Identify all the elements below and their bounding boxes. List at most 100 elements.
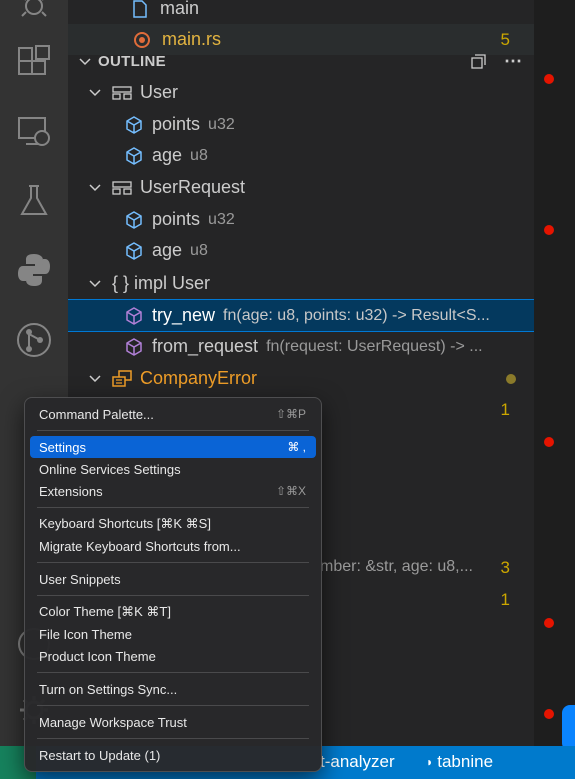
symbol-name: points (152, 209, 201, 229)
symbol-detail: u8 (190, 146, 208, 164)
outline-item[interactable]: from_request fn(request: UserRequest) ->… (68, 331, 534, 362)
tabnine-icon: ◗ (426, 755, 434, 769)
menu-separator (37, 595, 309, 596)
symbol-name: age (152, 240, 183, 260)
chevron-down-icon (89, 374, 101, 382)
menu-item-label: Extensions (39, 483, 103, 499)
method-icon (126, 306, 142, 325)
menu-item-label: User Snippets (39, 571, 121, 587)
tabnine-status[interactable]: ◗ tabnine (426, 752, 493, 772)
error-marker-icon (544, 225, 554, 235)
rust-file-icon (132, 30, 152, 50)
menu-separator (37, 672, 309, 673)
symbol-name: try_new (152, 305, 216, 325)
field-icon (126, 115, 142, 134)
outline-item[interactable]: { } impl User (68, 268, 534, 299)
outline-item[interactable]: CompanyError (68, 363, 534, 394)
menu-item-color-theme[interactable]: Color Theme [⌘K ⌘T] (30, 601, 316, 623)
chevron-down-icon (79, 57, 91, 65)
outline-item[interactable]: age u8 (68, 140, 534, 171)
tabnine-label: tabnine (437, 752, 494, 771)
menu-item-user-snippets[interactable]: User Snippets (30, 568, 316, 590)
remote-explorer-icon[interactable] (14, 112, 54, 152)
menu-item-settings[interactable]: Settings ⌘ , (30, 436, 316, 458)
menu-separator (37, 705, 309, 706)
error-marker-icon (544, 437, 554, 447)
chevron-down-icon (89, 279, 101, 287)
testing-icon[interactable] (14, 181, 54, 221)
symbol-name: { } impl User (112, 273, 211, 293)
file-icon (132, 0, 148, 18)
menu-item-manage-workspace-trust[interactable]: Manage Workspace Trust (30, 711, 316, 733)
outline-item[interactable]: points u32 (68, 204, 534, 235)
struct-icon (112, 180, 132, 195)
notification-toast-edge (562, 705, 575, 751)
manage-context-menu: Command Palette... ⇧⌘P Settings ⌘ , Online… (24, 397, 322, 772)
menu-item-keyboard-shortcuts[interactable]: Keyboard Shortcuts [⌘K ⌘S] (30, 513, 316, 535)
menu-item-online-services-settings[interactable]: Online Services Settings (30, 458, 316, 480)
problem-count-badge: 1 (500, 400, 510, 419)
symbol-name: User (140, 82, 179, 102)
symbol-name: age (152, 145, 183, 165)
field-icon (126, 241, 142, 260)
symbol-detail-partial: mber: &str, age: u8,... (320, 558, 473, 575)
menu-item-label: Manage Workspace Trust (39, 714, 187, 730)
problem-count-badge: 5 (500, 29, 510, 49)
menu-item-product-icon-theme[interactable]: Product Icon Theme (30, 645, 316, 667)
menu-item-label: Migrate Keyboard Shortcuts from... (39, 538, 241, 554)
menu-separator (37, 738, 309, 739)
error-marker-icon (544, 74, 554, 84)
menu-item-file-icon-theme[interactable]: File Icon Theme (30, 623, 316, 645)
menu-item-shortcut: ⇧⌘P (275, 407, 306, 421)
menu-item-label: Online Services Settings (39, 461, 181, 477)
menu-item-settings-sync[interactable]: Turn on Settings Sync... (30, 678, 316, 700)
python-icon[interactable] (14, 250, 54, 290)
git-graph-icon[interactable] (14, 320, 54, 360)
editor-overview-ruler (534, 0, 575, 746)
enum-icon (112, 369, 132, 387)
symbol-detail: u8 (190, 241, 208, 259)
menu-item-label: Keyboard Shortcuts [⌘K ⌘S] (39, 516, 211, 531)
rust-analyzer-status[interactable]: t-analyzer (320, 752, 395, 772)
menu-item-label: Command Palette... (39, 406, 154, 422)
debug-icon[interactable] (14, 0, 54, 26)
file-name: main.rs (162, 29, 222, 49)
menu-item-migrate-keyboard-shortcuts[interactable]: Migrate Keyboard Shortcuts from... (30, 535, 316, 557)
collapse-all-icon[interactable] (470, 53, 488, 71)
menu-item-command-palette[interactable]: Command Palette... ⇧⌘P (30, 403, 316, 425)
problem-count-badge: 1 (500, 590, 510, 609)
symbol-detail: fn(request: UserRequest) -> ... (266, 337, 483, 355)
outline-item-selected[interactable]: try_new fn(age: u8, points: u32) -> Resu… (68, 299, 534, 332)
menu-separator (37, 562, 309, 563)
menu-item-shortcut: ⇧⌘X (275, 484, 306, 498)
error-marker-icon (544, 618, 554, 628)
symbol-name: from_request (152, 336, 259, 356)
explorer-file-main[interactable]: main (68, 0, 534, 24)
menu-item-label: Turn on Settings Sync... (39, 681, 178, 697)
outline-section-header[interactable]: OUTLINE ⋯ (68, 48, 534, 75)
outline-title: OUTLINE (98, 53, 166, 70)
menu-separator (37, 507, 309, 508)
menu-item-shortcut: ⌘ , (287, 440, 306, 454)
file-name: main (160, 0, 200, 18)
menu-item-label: Restart to Update (1) (39, 747, 161, 763)
menu-item-label: File Icon Theme (39, 626, 132, 642)
problem-count-badge: 3 (500, 558, 510, 577)
extensions-icon[interactable] (14, 43, 54, 83)
outline-item[interactable]: User (68, 77, 534, 108)
outline-item[interactable]: UserRequest (68, 172, 534, 203)
symbol-name: CompanyError (140, 368, 258, 388)
menu-item-restart-to-update[interactable]: Restart to Update (1) (30, 744, 316, 766)
menu-item-extensions[interactable]: Extensions ⇧⌘X (30, 480, 316, 502)
symbol-detail: u32 (208, 210, 235, 228)
method-icon (126, 337, 142, 356)
menu-item-label: Product Icon Theme (39, 648, 156, 664)
outline-item[interactable]: points u32 (68, 109, 534, 140)
menu-item-label: Color Theme [⌘K ⌘T] (39, 604, 171, 619)
outline-item[interactable]: age u8 (68, 235, 534, 266)
symbol-detail: fn(age: u8, points: u32) -> Result<S... (223, 306, 490, 324)
struct-icon (112, 85, 132, 100)
more-actions-icon[interactable]: ⋯ (504, 51, 523, 72)
field-icon (126, 210, 142, 229)
chevron-down-icon (89, 88, 101, 96)
